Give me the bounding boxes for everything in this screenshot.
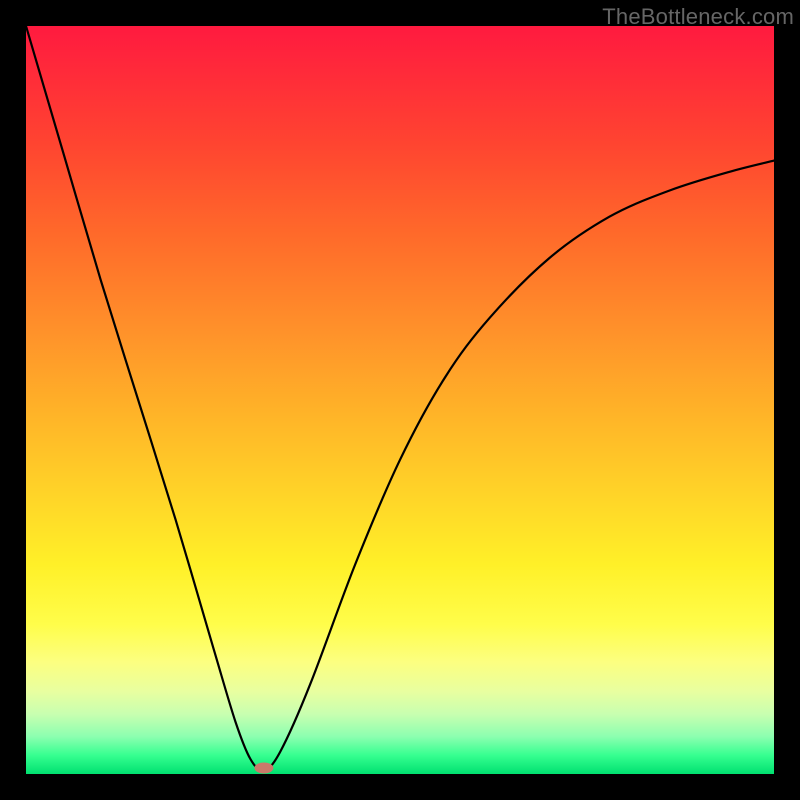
curve-svg (26, 26, 774, 774)
plot-area (26, 26, 774, 774)
chart-frame: TheBottleneck.com (0, 0, 800, 800)
bottleneck-curve-path (26, 26, 774, 770)
min-marker-icon (255, 763, 273, 773)
